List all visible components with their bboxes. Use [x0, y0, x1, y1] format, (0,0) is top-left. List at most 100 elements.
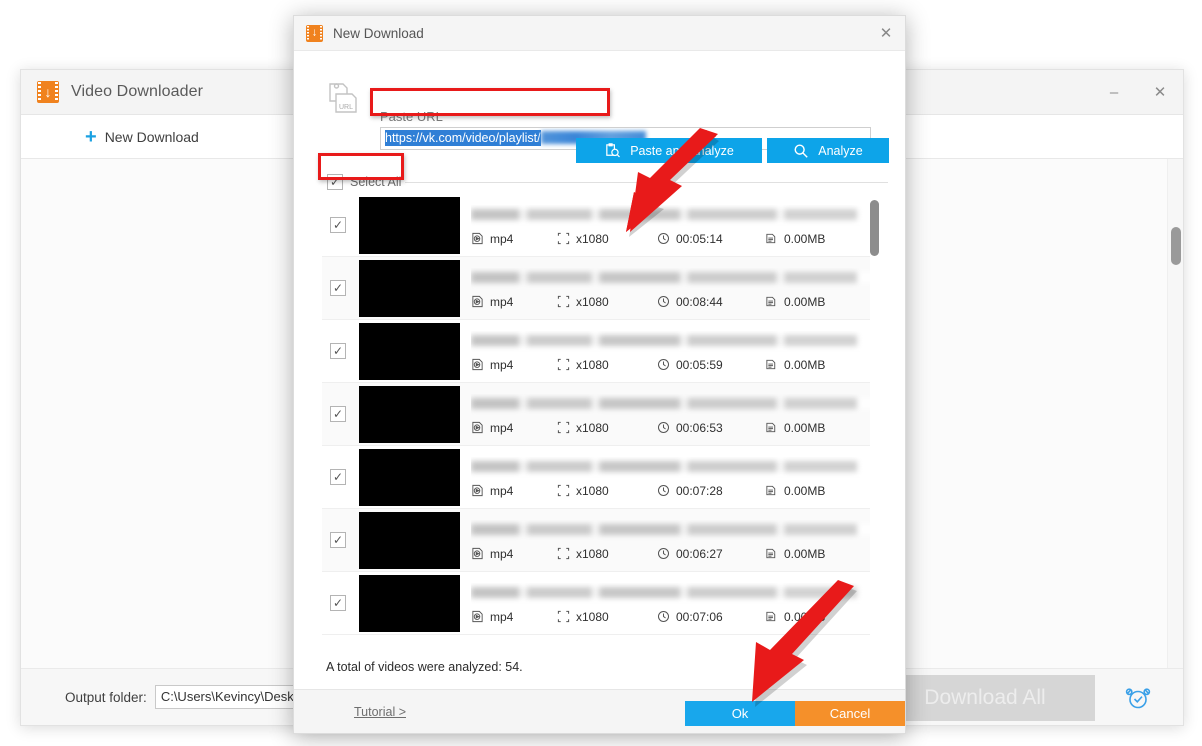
clock-icon: [657, 421, 670, 434]
new-download-label: New Download: [104, 128, 199, 145]
paste-and-analyze-button[interactable]: Paste and Analyze: [576, 138, 762, 163]
format-value: mp4: [490, 483, 514, 498]
format-meta: mp4: [471, 547, 557, 561]
clock-icon: [657, 484, 670, 497]
select-all-checkbox[interactable]: ✓: [327, 174, 343, 190]
file-size-icon: [766, 485, 776, 496]
table-row[interactable]: ✓ mp4 x1080 00:05:14 0.00MB: [322, 194, 879, 257]
tutorial-link[interactable]: Tutorial >: [354, 705, 406, 719]
analyze-button[interactable]: Analyze: [767, 138, 889, 163]
file-size-icon: [766, 233, 776, 244]
paste-and-analyze-label: Paste and Analyze: [630, 143, 734, 158]
format-value: mp4: [490, 609, 514, 624]
row-checkbox[interactable]: ✓: [330, 406, 346, 422]
row-checkbox[interactable]: ✓: [330, 343, 346, 359]
row-checkbox[interactable]: ✓: [330, 532, 346, 548]
table-row[interactable]: ✓ mp4 x1080 00:07:28 0.00MB: [322, 446, 879, 509]
magnifier-icon: [794, 144, 808, 158]
resolution-meta: x1080: [557, 232, 657, 246]
table-row[interactable]: ✓ mp4 x1080 00:05:59 0.00MB: [322, 320, 879, 383]
size-value: 0.00MB: [784, 483, 826, 498]
video-file-icon: [472, 232, 483, 245]
clock-icon: [657, 547, 670, 560]
row-checkbox[interactable]: ✓: [330, 280, 346, 296]
row-metadata: mp4 x1080 00:06:53 0.00MB: [471, 421, 873, 435]
app-title: Video Downloader: [71, 83, 204, 100]
row-content: mp4 x1080 00:06:53 0.00MB: [471, 394, 873, 435]
select-all-label: Select All: [350, 175, 402, 189]
resolution-icon: [557, 421, 570, 434]
video-title-redacted: [471, 460, 873, 472]
new-download-dialog: ↓ New Download ✕ URL Paste URL https://v…: [293, 15, 906, 734]
close-icon[interactable]: ✕: [1137, 70, 1183, 114]
table-row[interactable]: ✓ mp4 x1080 00:07:06 0.00MB: [322, 572, 879, 635]
file-size-icon: [766, 422, 776, 433]
duration-meta: 00:06:53: [657, 421, 765, 435]
select-all-row: ✓ Select All: [294, 172, 905, 192]
row-metadata: mp4 x1080 00:08:44 0.00MB: [471, 295, 873, 309]
video-file-icon: [472, 547, 483, 560]
video-thumbnail: [359, 511, 460, 569]
clock-icon: [657, 610, 670, 623]
file-size-icon: [766, 359, 776, 370]
list-scrollbar[interactable]: [870, 194, 879, 651]
file-size-icon: [766, 548, 776, 559]
resolution-meta: x1080: [557, 295, 657, 309]
video-thumbnail: [359, 259, 460, 317]
video-file-icon: [472, 610, 483, 623]
video-title-redacted: [471, 334, 873, 346]
resolution-value: x1080: [576, 483, 609, 498]
duration-value: 00:08:44: [676, 294, 723, 309]
video-title-redacted: [471, 523, 873, 535]
format-meta: mp4: [471, 421, 557, 435]
size-meta: 0.00MB: [765, 484, 825, 498]
resolution-value: x1080: [576, 294, 609, 309]
size-meta: 0.00MB: [765, 610, 825, 624]
row-content: mp4 x1080 00:07:28 0.00MB: [471, 457, 873, 498]
table-row[interactable]: ✓ mp4 x1080 00:06:53 0.00MB: [322, 383, 879, 446]
analyze-buttons-row: Paste and Analyze Analyze: [294, 138, 905, 163]
resolution-meta: x1080: [557, 358, 657, 372]
duration-meta: 00:08:44: [657, 295, 765, 309]
cancel-button[interactable]: Cancel: [795, 701, 905, 726]
ok-button[interactable]: Ok: [685, 701, 795, 726]
video-thumbnail: [359, 574, 460, 632]
video-title-redacted: [471, 208, 873, 220]
clipboard-search-icon: [606, 143, 621, 158]
close-icon[interactable]: ✕: [867, 16, 905, 50]
format-value: mp4: [490, 546, 514, 561]
new-download-button[interactable]: + New Download: [85, 127, 199, 147]
file-size-icon: [766, 611, 776, 622]
list-scrollbar-thumb[interactable]: [870, 200, 879, 256]
row-checkbox[interactable]: ✓: [330, 595, 346, 611]
video-file-icon: [472, 484, 483, 497]
format-meta: mp4: [471, 610, 557, 624]
resolution-value: x1080: [576, 231, 609, 246]
resolution-icon: [557, 232, 570, 245]
alarm-clock-icon[interactable]: [1107, 675, 1169, 721]
resolution-meta: x1080: [557, 547, 657, 561]
paste-url-icon: URL: [323, 78, 363, 118]
size-value: 0.00MB: [784, 609, 826, 624]
resolution-icon: [557, 610, 570, 623]
screen: ↓ Video Downloader – ✕ + New Download Ou…: [0, 0, 1202, 746]
row-checkbox[interactable]: ✓: [330, 217, 346, 233]
video-thumbnail: [359, 448, 460, 506]
minimize-icon[interactable]: –: [1091, 70, 1137, 114]
row-metadata: mp4 x1080 00:05:59 0.00MB: [471, 358, 873, 372]
main-scrollbar[interactable]: [1167, 159, 1183, 668]
row-content: mp4 x1080 00:05:59 0.00MB: [471, 331, 873, 372]
row-checkbox[interactable]: ✓: [330, 469, 346, 485]
file-size-icon: [766, 296, 776, 307]
video-file-icon: [472, 295, 483, 308]
row-metadata: mp4 x1080 00:06:27 0.00MB: [471, 547, 873, 561]
analyze-label: Analyze: [818, 143, 863, 158]
video-list[interactable]: ✓ mp4 x1080 00:05:14 0.00MB ✓ mp4 x1080 00:08:44…: [322, 194, 879, 651]
svg-text:URL: URL: [339, 104, 353, 111]
row-metadata: mp4 x1080 00:07:06 0.00MB: [471, 610, 873, 624]
table-row[interactable]: ✓ mp4 x1080 00:08:44 0.00MB: [322, 257, 879, 320]
table-row[interactable]: ✓ mp4 x1080 00:06:27 0.00MB: [322, 509, 879, 572]
row-metadata: mp4 x1080 00:07:28 0.00MB: [471, 484, 873, 498]
main-scrollbar-thumb[interactable]: [1171, 227, 1181, 265]
row-content: mp4 x1080 00:06:27 0.00MB: [471, 520, 873, 561]
